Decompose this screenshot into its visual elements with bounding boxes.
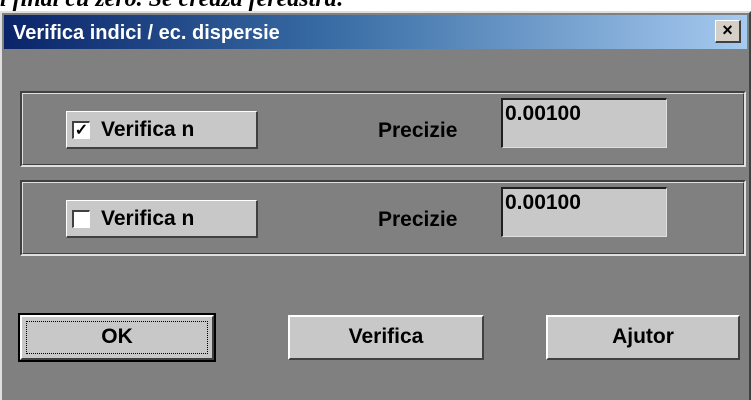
- checkbox-box-unchecked[interactable]: [72, 210, 90, 228]
- verify-group-1: ✓ Verifica n Precizie 0.00100: [20, 91, 746, 167]
- checkbox-label: Verifica n: [101, 118, 195, 141]
- dialog-title: Verifica indici / ec. dispersie: [13, 22, 280, 44]
- verifica-button[interactable]: Verifica: [288, 315, 484, 360]
- focus-rectangle: [26, 321, 208, 354]
- verify-checkbox-2[interactable]: Verifica n: [66, 200, 258, 238]
- checkbox-box-checked[interactable]: ✓: [72, 121, 90, 139]
- close-button[interactable]: ×: [715, 20, 741, 43]
- ajutor-button-label: Ajutor: [612, 325, 674, 348]
- title-bar[interactable]: Verifica indici / ec. dispersie ×: [4, 15, 747, 49]
- ajutor-button[interactable]: Ajutor: [546, 315, 740, 360]
- ok-button[interactable]: OK: [18, 313, 216, 362]
- precision-input-1[interactable]: 0.00100: [501, 98, 667, 148]
- precision-input-2[interactable]: 0.00100: [501, 187, 667, 237]
- verifica-button-label: Verifica: [348, 325, 424, 348]
- close-icon: ×: [722, 20, 733, 40]
- verify-group-2: Verifica n Precizie 0.00100: [20, 180, 746, 256]
- precision-label: Precizie: [378, 119, 458, 142]
- precision-label: Precizie: [378, 208, 458, 231]
- checkbox-label: Verifica n: [101, 207, 195, 230]
- verify-checkbox-1[interactable]: ✓ Verifica n: [66, 111, 258, 149]
